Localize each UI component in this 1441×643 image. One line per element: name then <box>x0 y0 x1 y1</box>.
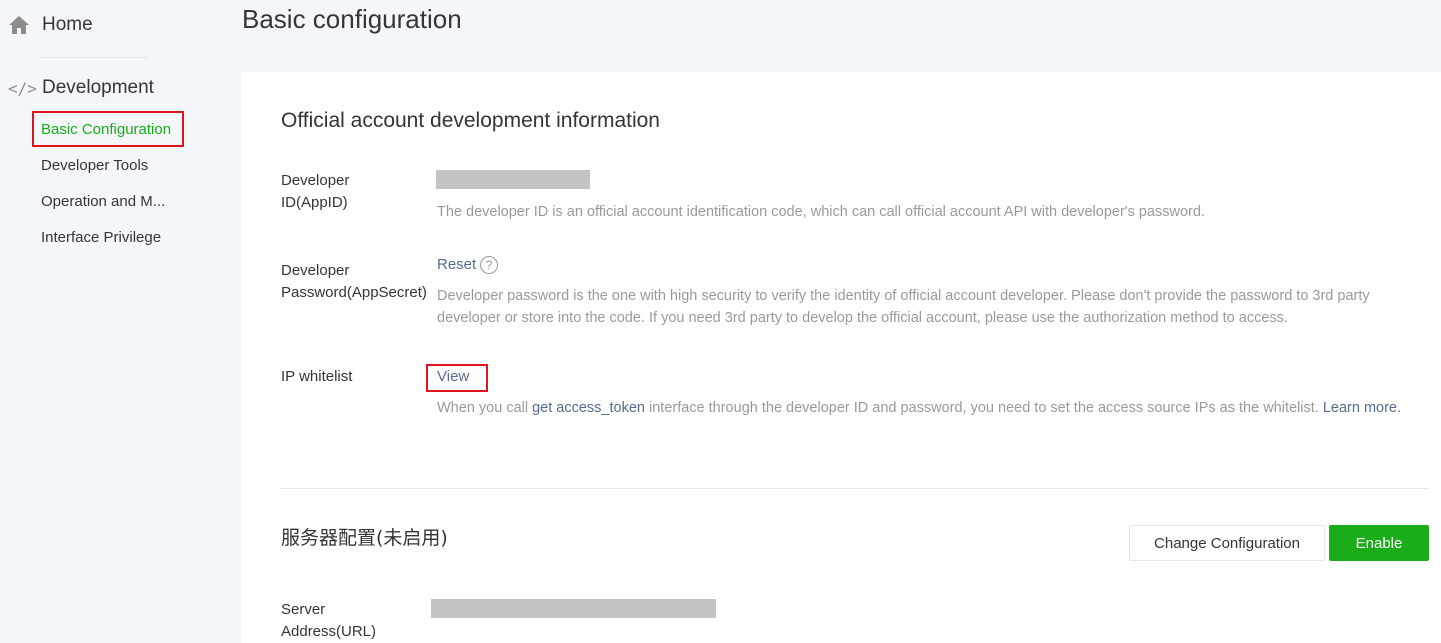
app-id-value-masked <box>436 170 590 189</box>
nav-home-label: Home <box>42 14 93 35</box>
enable-button[interactable]: Enable <box>1329 525 1429 561</box>
app-secret-description: Developer password is the one with high … <box>437 288 1370 326</box>
main-panel: Official account development information… <box>241 72 1441 643</box>
nav-divider <box>40 57 148 58</box>
app-secret-label: Developer Password(AppSecret) <box>281 260 427 304</box>
home-icon <box>8 14 30 36</box>
app-id-label: Developer ID(AppID) <box>281 170 349 214</box>
change-configuration-button[interactable]: Change Configuration <box>1129 525 1325 561</box>
page-title: Basic configuration <box>242 4 462 34</box>
server-url-label-line1: Server <box>281 601 326 618</box>
sidebar-item-basic-configuration[interactable]: Basic Configuration <box>41 121 171 138</box>
ip-whitelist-desc-middle: interface through the developer ID and p… <box>644 400 1323 416</box>
reset-link[interactable]: Reset <box>437 256 476 273</box>
server-url-label: Server Address(URL) <box>281 599 376 643</box>
help-icon[interactable]: ? <box>480 256 498 274</box>
sidebar: Home </> Development Basic Configuration… <box>0 0 220 643</box>
app-id-label-line1: Developer <box>281 172 350 189</box>
app-id-label-line2: ID(AppID) <box>281 194 348 211</box>
view-link[interactable]: View <box>437 368 469 385</box>
sidebar-item-developer-tools[interactable]: Developer Tools <box>41 157 148 174</box>
sidebar-item-interface-privilege[interactable]: Interface Privilege <box>41 229 161 246</box>
server-url-label-line2: Address(URL) <box>281 623 377 640</box>
code-icon: </> <box>8 78 37 98</box>
server-config-section-title: 服务器配置(未启用) <box>281 527 448 549</box>
nav-development[interactable]: </> Development <box>8 74 154 102</box>
sidebar-item-operation[interactable]: Operation and M... <box>41 193 165 210</box>
server-url-value-masked <box>431 599 716 618</box>
nav-development-label: Development <box>42 77 154 98</box>
ip-whitelist-label: IP whitelist <box>281 368 353 385</box>
learn-more-link[interactable]: Learn more. <box>1323 400 1401 416</box>
ip-whitelist-desc-prefix: When you call <box>437 400 533 416</box>
app-id-description: The developer ID is an official account … <box>437 204 1205 220</box>
nav-home[interactable]: Home <box>8 10 93 40</box>
app-secret-label-line1: Developer <box>281 262 350 279</box>
ip-whitelist-description: When you call get access_token interface… <box>437 397 1427 419</box>
get-access-token-link[interactable]: get access_token <box>532 400 645 416</box>
section-divider <box>281 488 1429 489</box>
app-secret-label-line2: Password(AppSecret) <box>281 284 427 301</box>
dev-info-section-title: Official account development information <box>281 109 660 132</box>
